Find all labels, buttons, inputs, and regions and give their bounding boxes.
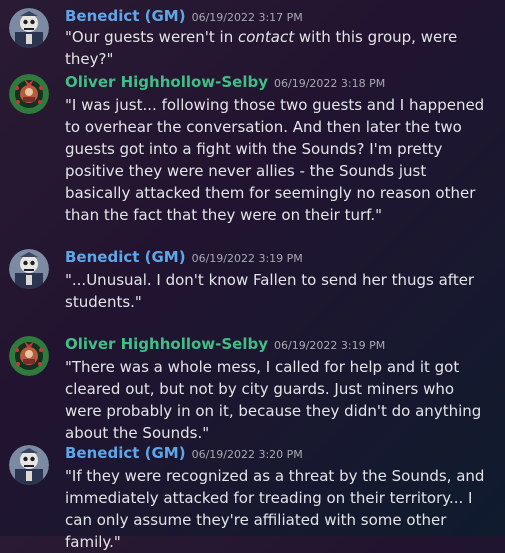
skeleton-gm-avatar-icon[interactable] (9, 445, 49, 485)
message-text: "I was just... following those two guest… (65, 96, 485, 224)
message-text: "...Unusual. I don't know Fallen to send… (65, 271, 475, 311)
message-header: Oliver Highhollow-Selby 06/19/2022 3:18 P… (65, 72, 385, 94)
wreath-portrait-avatar-icon[interactable] (9, 74, 49, 114)
wreath-portrait-avatar-icon[interactable] (9, 336, 49, 376)
message-text: "Our guests weren't in contact with this… (65, 26, 495, 70)
skeleton-gm-avatar-icon[interactable] (9, 249, 49, 289)
author-name[interactable]: Benedict (GM) (65, 248, 186, 266)
author-name[interactable]: Benedict (GM) (65, 444, 186, 462)
message-text: "There was a whole mess, I called for he… (65, 358, 482, 442)
author-name[interactable]: Oliver Highhollow-Selby (65, 73, 268, 91)
message-header: Benedict (GM) 06/19/2022 3:17 PM (65, 6, 303, 28)
author-name[interactable]: Oliver Highhollow-Selby (65, 335, 268, 353)
timestamp: 06/19/2022 3:17 PM (191, 11, 303, 24)
author-name[interactable]: Benedict (GM) (65, 7, 186, 25)
message-header: Benedict (GM) 06/19/2022 3:19 PM (65, 247, 303, 269)
timestamp: 06/19/2022 3:19 PM (274, 339, 386, 352)
message-header: Oliver Highhollow-Selby 06/19/2022 3:19 P… (65, 334, 385, 356)
timestamp: 06/19/2022 3:19 PM (191, 252, 303, 265)
timestamp: 06/19/2022 3:18 PM (274, 77, 386, 90)
message-text: "If they were recognized as a threat by … (65, 467, 485, 551)
skeleton-gm-avatar-icon[interactable] (9, 8, 49, 48)
message-text-emphasis: contact (237, 28, 295, 46)
message-text-part: "Our guests weren't in (65, 28, 238, 46)
chat-log: Benedict (GM) 06/19/2022 3:17 PM "Our gue… (0, 0, 505, 551)
timestamp: 06/19/2022 3:20 PM (191, 448, 303, 461)
message-header: Benedict (GM) 06/19/2022 3:20 PM (65, 443, 303, 465)
